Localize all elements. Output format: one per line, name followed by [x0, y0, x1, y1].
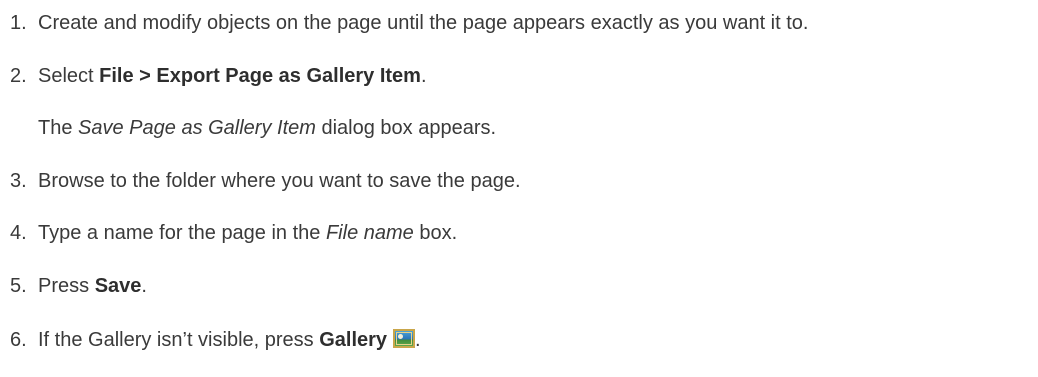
step-text-prefix: Type a name for the page in the	[38, 222, 326, 244]
step-2-note: The Save Page as Gallery Item dialog box…	[38, 116, 496, 140]
step-number: 2.	[10, 65, 27, 87]
instruction-document: 1. Create and modify objects on the page…	[0, 0, 1038, 377]
gallery-icon	[393, 329, 416, 348]
note-suffix: dialog box appears.	[315, 117, 497, 139]
button-name: Save	[94, 275, 142, 297]
menu-path: File > Export Page as Gallery Item	[99, 65, 421, 87]
step-text-suffix: .	[420, 65, 427, 87]
step-text: Select File > Export Page as Gallery Ite…	[38, 64, 427, 88]
step-text-prefix: Press	[38, 275, 95, 297]
step-text: If the Gallery isn’t visible, press Gall…	[38, 328, 421, 352]
step-text-prefix: Select	[38, 65, 100, 87]
dialog-name: Save Page as Gallery Item	[78, 117, 316, 139]
step-text: Create and modify objects on the page un…	[38, 12, 809, 34]
step-number: 5.	[10, 275, 27, 297]
step-text: Press Save.	[38, 274, 147, 298]
step-number: 6.	[10, 329, 27, 351]
step-number: 4.	[10, 222, 27, 244]
step-text-suffix: box.	[413, 222, 458, 244]
step-number: 1.	[10, 12, 27, 34]
step-text-suffix: .	[415, 329, 421, 351]
step-number: 3.	[10, 170, 27, 192]
note-prefix: The	[38, 117, 79, 139]
step-text-prefix: If the Gallery isn’t visible, press	[38, 329, 320, 351]
field-name: File name	[325, 222, 414, 244]
step-text: Type a name for the page in the File nam…	[38, 221, 457, 245]
step-text-suffix: .	[141, 275, 147, 297]
step-text: Browse to the folder where you want to s…	[38, 170, 521, 192]
button-name: Gallery	[319, 329, 388, 351]
